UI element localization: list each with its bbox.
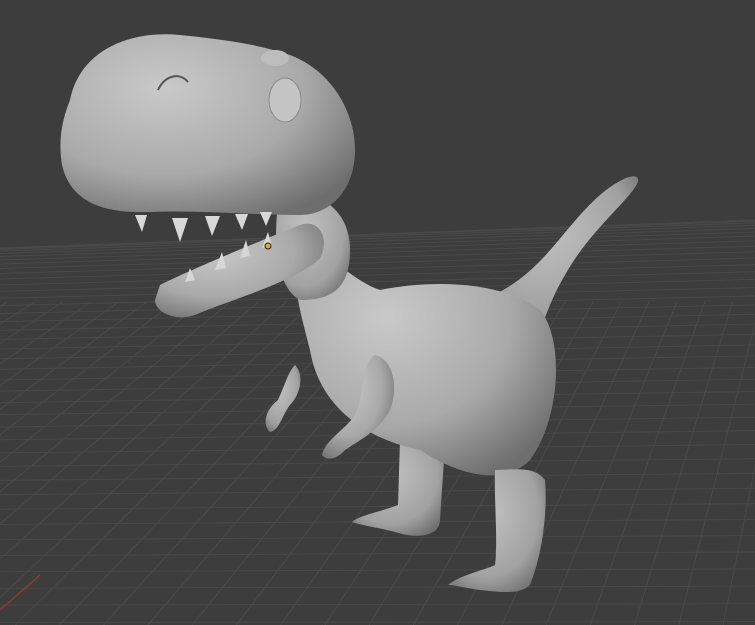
grid-line (545, 301, 678, 625)
eye-bump (268, 77, 302, 123)
grid-line (0, 301, 120, 387)
grid-line (589, 301, 706, 625)
grid-line (0, 224, 755, 252)
grid-line (0, 251, 755, 274)
grid-line (0, 301, 231, 493)
grid-line (0, 443, 755, 454)
upper-teeth (135, 212, 272, 242)
front-leg (448, 469, 546, 593)
grid-line (0, 551, 755, 557)
grid-line (678, 321, 755, 625)
grid-line (0, 621, 755, 623)
grid-line (0, 301, 92, 365)
viewport-canvas[interactable] (0, 0, 755, 625)
3d-viewport[interactable] (0, 0, 755, 625)
grid-line (0, 585, 755, 589)
head (60, 34, 355, 216)
nostril-bump (261, 50, 289, 66)
grid-line (634, 301, 734, 625)
grid-line (0, 257, 755, 280)
grid-line (0, 301, 36, 325)
grid-line (0, 301, 8, 307)
grid-line (0, 603, 755, 606)
grid-line (0, 503, 755, 510)
grid-line (0, 301, 64, 344)
grid-line (0, 235, 755, 261)
object-origin[interactable] (264, 242, 272, 250)
grid-line (722, 464, 755, 625)
grid-line (0, 535, 755, 541)
grid-line (0, 458, 755, 467)
